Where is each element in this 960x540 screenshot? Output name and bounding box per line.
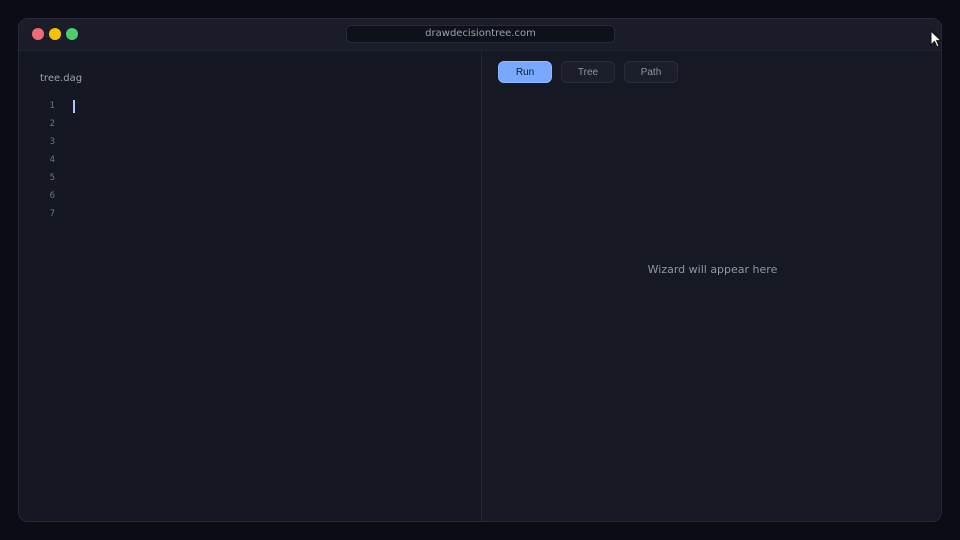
- preview-pane: Run Tree Path Wizard will appear here: [482, 51, 941, 521]
- line-number-gutter: 1 2 3 4 5 6 7: [37, 97, 55, 223]
- editor-filename: tree.dag: [40, 73, 83, 84]
- line-number: 7: [49, 209, 55, 219]
- text-cursor: [73, 100, 75, 113]
- line-number: 1: [49, 101, 55, 111]
- browser-window: drawdecisiontree.com tree.dag 1 2 3 4 5 …: [18, 18, 942, 522]
- line-number: 3: [49, 137, 55, 147]
- close-window-icon[interactable]: [32, 28, 44, 40]
- address-bar[interactable]: drawdecisiontree.com: [346, 25, 615, 43]
- tab-tree[interactable]: Tree: [561, 61, 615, 83]
- code-editor[interactable]: tree.dag 1 2 3 4 5 6 7: [19, 51, 481, 521]
- line-number: 4: [49, 155, 55, 165]
- line-number: 5: [49, 173, 55, 183]
- mouse-pointer-icon: [930, 30, 942, 48]
- minimize-window-icon[interactable]: [49, 28, 61, 40]
- title-bar: drawdecisiontree.com: [19, 19, 941, 51]
- tab-run[interactable]: Run: [498, 61, 552, 83]
- wizard-placeholder: Wizard will appear here: [647, 263, 778, 276]
- tab-path[interactable]: Path: [624, 61, 678, 83]
- line-number: 2: [49, 119, 55, 129]
- line-number: 6: [49, 191, 55, 201]
- maximize-window-icon[interactable]: [66, 28, 78, 40]
